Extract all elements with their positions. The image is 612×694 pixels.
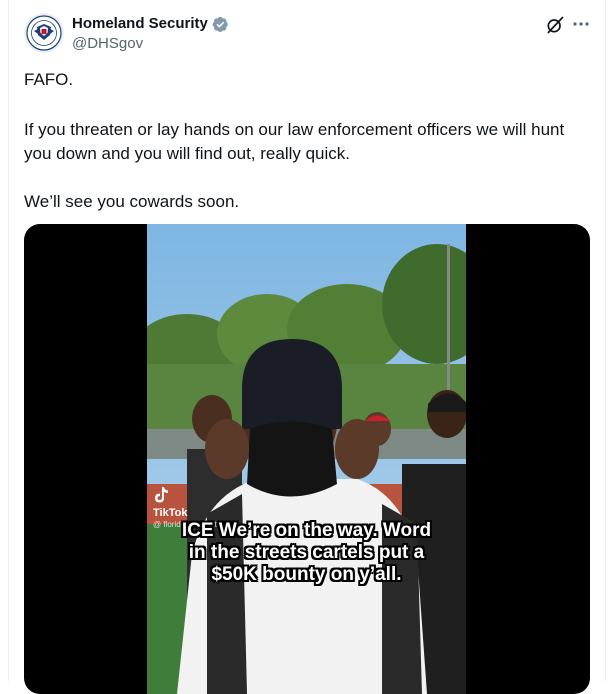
verified-badge-icon[interactable] xyxy=(212,16,229,33)
tiktok-logo-icon xyxy=(155,487,168,503)
video-caption: ICE We’re on the way. Word in the street… xyxy=(147,520,466,586)
tweet-video[interactable]: TikTok @ floridanewsedit ICE We’re on th… xyxy=(24,224,590,694)
tweet-paragraph-2: If you threaten or lay hands on our law … xyxy=(24,120,565,163)
author-display-name[interactable]: Homeland Security xyxy=(72,14,208,34)
dhs-seal-logo xyxy=(24,13,64,53)
more-options-icon[interactable] xyxy=(572,14,590,34)
caption-line-1: ICE We’re on the way. Word xyxy=(181,520,432,541)
grok-icon[interactable] xyxy=(545,15,565,35)
tweet-paragraph-1: FAFO. xyxy=(24,70,74,89)
author-name-row: Homeland Security xyxy=(72,14,229,34)
tiktok-brand-label: TikTok xyxy=(153,507,188,519)
video-still-image xyxy=(147,224,466,694)
author-avatar[interactable] xyxy=(24,13,64,53)
caption-line-2: in the streets cartels put a xyxy=(188,542,425,563)
caption-line-3: $50K bounty on y’all. xyxy=(211,564,402,585)
tweet-paragraph-3: We’ll see you cowards soon. xyxy=(24,192,240,211)
tiktok-watermark: TikTok xyxy=(153,486,187,519)
video-frame[interactable]: TikTok @ floridanewsedit ICE We’re on th… xyxy=(147,224,466,694)
author-handle[interactable]: @DHSgov xyxy=(72,34,143,54)
